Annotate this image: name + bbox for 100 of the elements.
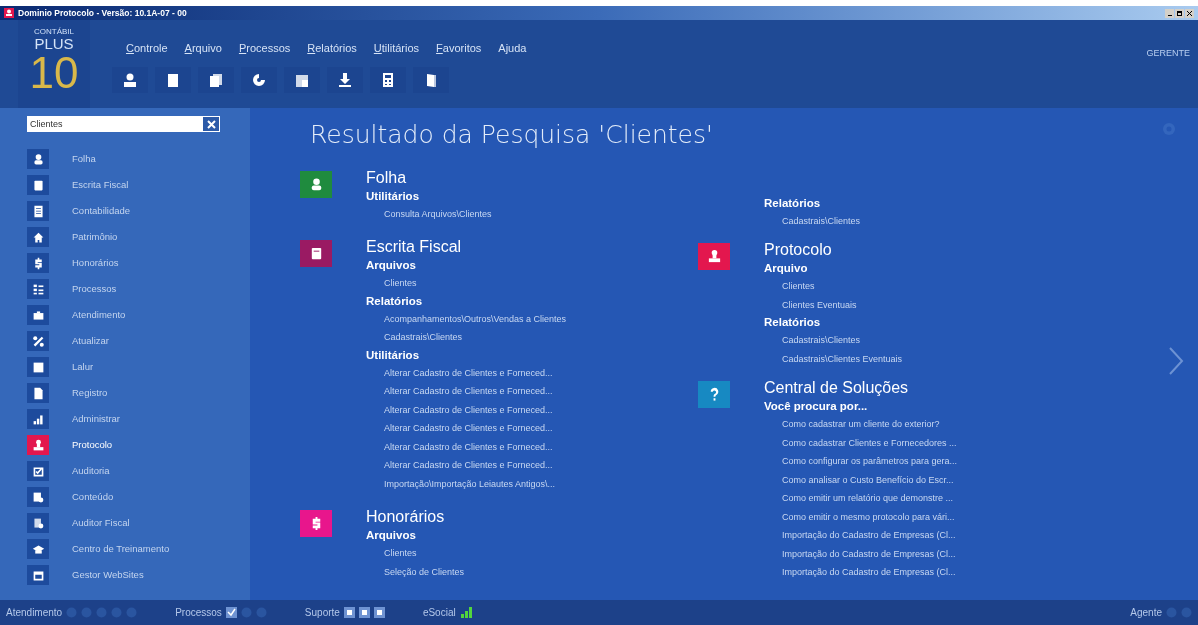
logo: CONTÁBIL PLUS 10 bbox=[18, 20, 90, 108]
minimize-button[interactable] bbox=[1165, 8, 1174, 18]
download-button[interactable] bbox=[327, 66, 363, 93]
house-icon bbox=[31, 230, 45, 244]
sidebar-item[interactable]: Honorários bbox=[27, 250, 250, 276]
status-label: Atendimento bbox=[6, 606, 63, 620]
result-link[interactable]: Cadastrais\Clientes Eventuais bbox=[782, 349, 903, 368]
group-heading: Arquivo bbox=[764, 261, 809, 276]
menu-item[interactable]: Controle bbox=[126, 40, 168, 57]
result-link[interactable]: Importação do Cadastro de Empresas (Cl... bbox=[782, 544, 958, 563]
result-link[interactable]: Clientes bbox=[384, 274, 567, 293]
result-link[interactable]: Cadastrais\Clientes bbox=[782, 211, 861, 230]
menu-item[interactable]: Processos bbox=[238, 40, 291, 57]
refresh-button[interactable] bbox=[241, 66, 277, 93]
signal-icon[interactable] bbox=[459, 607, 473, 618]
percent-icon bbox=[31, 334, 45, 348]
graduation-cap-icon bbox=[31, 542, 45, 556]
documents-button[interactable] bbox=[198, 66, 234, 93]
documents-icon bbox=[208, 71, 224, 88]
sidebar-item[interactable]: Lalur bbox=[27, 354, 250, 380]
magnifier-document-icon bbox=[31, 490, 45, 504]
result-link[interactable]: Como cadastrar Clientes e Fornecedores ... bbox=[782, 433, 958, 452]
sidebar-item[interactable]: Escrita Fiscal bbox=[27, 172, 250, 198]
result-link[interactable]: Consulta Arquivos\Clientes bbox=[384, 204, 492, 223]
sidebar-item[interactable]: Centro de Treinamento bbox=[27, 536, 250, 562]
result-link[interactable]: Seleção de Clientes bbox=[384, 562, 465, 581]
module-title: Central de Soluções bbox=[764, 378, 910, 398]
support-icon[interactable] bbox=[343, 607, 355, 618]
sidebar-item[interactable]: Protocolo bbox=[27, 432, 250, 458]
sidebar-item[interactable]: Processos bbox=[27, 276, 250, 302]
module-title: Escrita Fiscal bbox=[366, 237, 463, 257]
checklist-icon bbox=[31, 282, 45, 296]
result-link[interactable]: Alterar Cadastro de Clientes e Forneced... bbox=[384, 419, 567, 438]
calculator-button[interactable] bbox=[370, 66, 406, 93]
checkbox-icon[interactable] bbox=[225, 607, 237, 618]
panel-icon bbox=[31, 360, 45, 374]
group-heading: Arquivos bbox=[366, 528, 417, 543]
sidebar-item[interactable]: Auditor Fiscal bbox=[27, 510, 250, 536]
result-link[interactable]: Como configurar os parâmetros para gera... bbox=[782, 452, 958, 471]
result-link[interactable]: Alterar Cadastro de Clientes e Forneced... bbox=[384, 400, 567, 419]
book-button[interactable] bbox=[413, 66, 449, 93]
result-link[interactable]: Como emitir o mesmo protocolo para vári... bbox=[782, 507, 958, 526]
sidebar-item[interactable]: Registro bbox=[27, 380, 250, 406]
result-link[interactable]: Como emitir um relatório que demonstre ... bbox=[782, 489, 958, 508]
download-icon bbox=[337, 71, 353, 88]
result-link[interactable]: Clientes Eventuais bbox=[782, 295, 903, 314]
result-link[interactable]: Importação do Cadastro de Empresas (Cl... bbox=[782, 563, 958, 582]
close-icon bbox=[206, 119, 216, 129]
result-link[interactable]: Clientes bbox=[384, 544, 465, 563]
search-field[interactable]: Clientes bbox=[27, 116, 202, 132]
maximize-button[interactable] bbox=[1175, 8, 1184, 18]
sidebar-item[interactable]: Atendimento bbox=[27, 302, 250, 328]
result-link[interactable]: Alterar Cadastro de Clientes e Forneced... bbox=[384, 456, 567, 475]
result-link[interactable]: Como cadastrar um cliente do exterior? bbox=[782, 415, 958, 434]
document-icon bbox=[165, 71, 181, 88]
group-heading: Relatórios bbox=[366, 293, 424, 309]
sidebar-item[interactable]: Gestor WebSites bbox=[27, 562, 250, 588]
menu-item[interactable]: Utilitários bbox=[373, 40, 420, 57]
support-icon[interactable] bbox=[373, 607, 385, 618]
sidebar-item[interactable]: Contabilidade bbox=[27, 198, 250, 224]
sidebar-item[interactable]: Atualizar bbox=[27, 328, 250, 354]
result-link[interactable]: Alterar Cadastro de Clientes e Forneced... bbox=[384, 437, 567, 456]
close-button[interactable] bbox=[1185, 8, 1194, 18]
result-link[interactable]: Cadastrais\Clientes bbox=[782, 331, 903, 350]
status-label: Processos bbox=[175, 606, 222, 620]
sidebar-item[interactable]: Folha bbox=[27, 146, 250, 172]
bar-chart-icon bbox=[31, 412, 45, 426]
menu-item[interactable]: Favoritos bbox=[436, 40, 482, 57]
result-link[interactable]: Importação do Cadastro de Empresas (Cl... bbox=[782, 526, 958, 545]
user-name: GERENTE bbox=[1146, 47, 1190, 60]
document-icon bbox=[31, 178, 45, 192]
list-icon bbox=[31, 204, 45, 218]
menu-item[interactable]: Relatórios bbox=[307, 40, 357, 57]
sidebar-item[interactable]: Administrar bbox=[27, 406, 250, 432]
checkbox-icon bbox=[31, 464, 45, 478]
module-title: Folha bbox=[366, 167, 408, 188]
window-title: Dominio Protocolo - Versão: 10.1A-07 - 00 bbox=[18, 6, 187, 20]
support-icon[interactable] bbox=[358, 607, 370, 618]
result-link[interactable]: Acompanhamentos\Outros\Vendas a Clientes bbox=[384, 309, 567, 328]
report-button[interactable] bbox=[284, 66, 320, 93]
sidebar-item[interactable]: Patrimônio bbox=[27, 224, 250, 250]
calculator-icon bbox=[380, 71, 396, 88]
result-link[interactable]: Alterar Cadastro de Clientes e Forneced... bbox=[384, 382, 567, 401]
results-title: Resultado da Pesquisa 'Clientes' bbox=[310, 119, 713, 151]
magnifier-document-icon bbox=[31, 516, 45, 530]
result-link[interactable]: Cadastrais\Clientes bbox=[384, 328, 567, 347]
sidebar-item[interactable]: Auditoria bbox=[27, 458, 250, 484]
user-button[interactable] bbox=[112, 66, 148, 93]
result-link[interactable]: Alterar Cadastro de Clientes e Forneced... bbox=[384, 363, 567, 382]
group-heading: Relatórios bbox=[764, 315, 822, 330]
menu-item[interactable]: Ajuda bbox=[498, 40, 527, 57]
sidebar-item[interactable]: Conteúdo bbox=[27, 484, 250, 510]
result-link[interactable]: Como analisar o Custo Benefício do Escr... bbox=[782, 470, 958, 489]
status-label: eSocial bbox=[422, 606, 456, 620]
clear-search-button[interactable] bbox=[202, 116, 220, 132]
menu-item[interactable]: Arquivo bbox=[184, 40, 222, 57]
result-link[interactable]: Clientes bbox=[782, 277, 903, 296]
window-icon bbox=[31, 568, 45, 582]
result-link[interactable]: Importação\Importação Leiautes Antigos\... bbox=[384, 474, 567, 493]
document-button[interactable] bbox=[155, 66, 191, 93]
